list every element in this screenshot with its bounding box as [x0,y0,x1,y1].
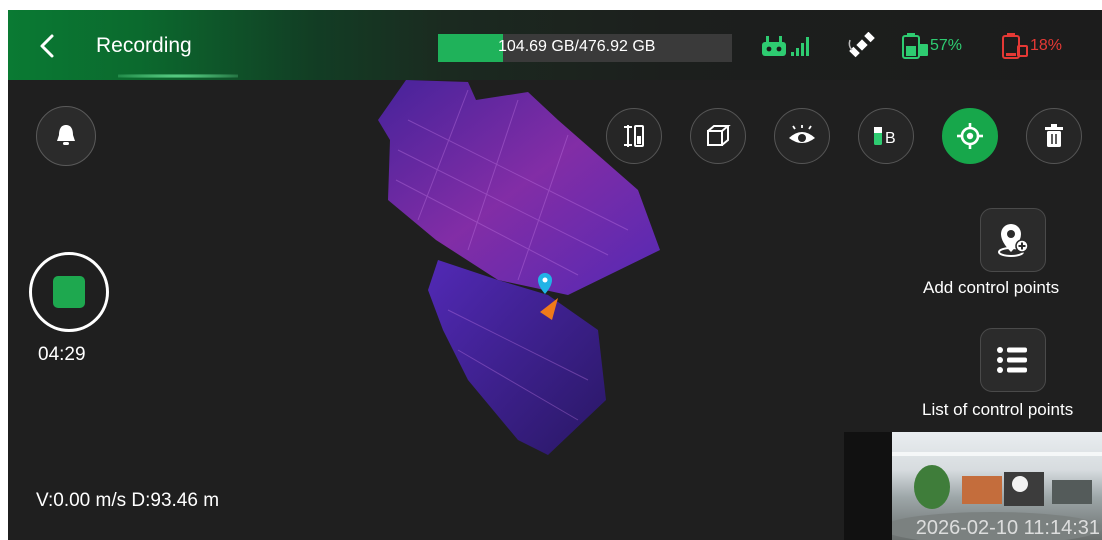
measure-tool-button[interactable] [606,108,662,164]
view-3d-button[interactable] [690,108,746,164]
list-control-points-button[interactable] [980,328,1046,392]
top-bar: Recording 104.69 GB/476.92 GB 57% 18% [8,10,1102,80]
battery-b-button[interactable]: B [858,108,914,164]
battery-low-icon [1002,33,1028,59]
list-control-points-label: List of control points [922,400,1074,419]
page-title: Recording [96,34,192,57]
trash-icon [1045,124,1063,147]
satellite-icon [848,32,875,58]
storage-text: 104.69 GB/476.92 GB [498,38,656,55]
sliders-icon [624,125,644,147]
storage-fill [438,34,503,62]
bell-icon [57,125,75,145]
storage-bar: 104.69 GB/476.92 GB [438,34,732,62]
battery-charging-icon [902,33,928,59]
svg-text:B: B [885,130,896,147]
add-control-points-button[interactable] [980,208,1046,272]
battery-1-percent: 57% [930,37,963,54]
eye-icon [789,125,815,143]
delete-button[interactable] [1026,108,1082,164]
notification-button[interactable] [36,106,96,166]
target-icon [957,123,983,149]
locate-button[interactable] [942,108,998,164]
speed-distance-readout: V:0.00 m/s D:93.46 m [36,490,220,511]
recording-screen: Recording 104.69 GB/476.92 GB 57% 18% 04… [8,10,1102,540]
visibility-button[interactable] [774,108,830,164]
chevron-left-icon [40,34,54,58]
back-button[interactable] [34,30,62,62]
recording-timer: 04:29 [38,344,86,365]
cube-icon [707,125,731,146]
stop-icon [53,276,85,308]
battery-2-percent: 18% [1030,37,1063,54]
battery-b-icon: B [874,127,896,147]
stop-recording-button[interactable] [29,252,109,332]
list-icon [997,347,1027,373]
controller-signal-icon [762,36,809,56]
title-glow [118,74,238,78]
add-location-icon [998,224,1029,257]
add-control-points-label: Add control points [923,278,1060,297]
camera-timestamp: 2026-02-10 11:14:31 [915,517,1100,539]
camera-preview[interactable]: 2026-02-10 11:14:31 [844,432,1102,540]
